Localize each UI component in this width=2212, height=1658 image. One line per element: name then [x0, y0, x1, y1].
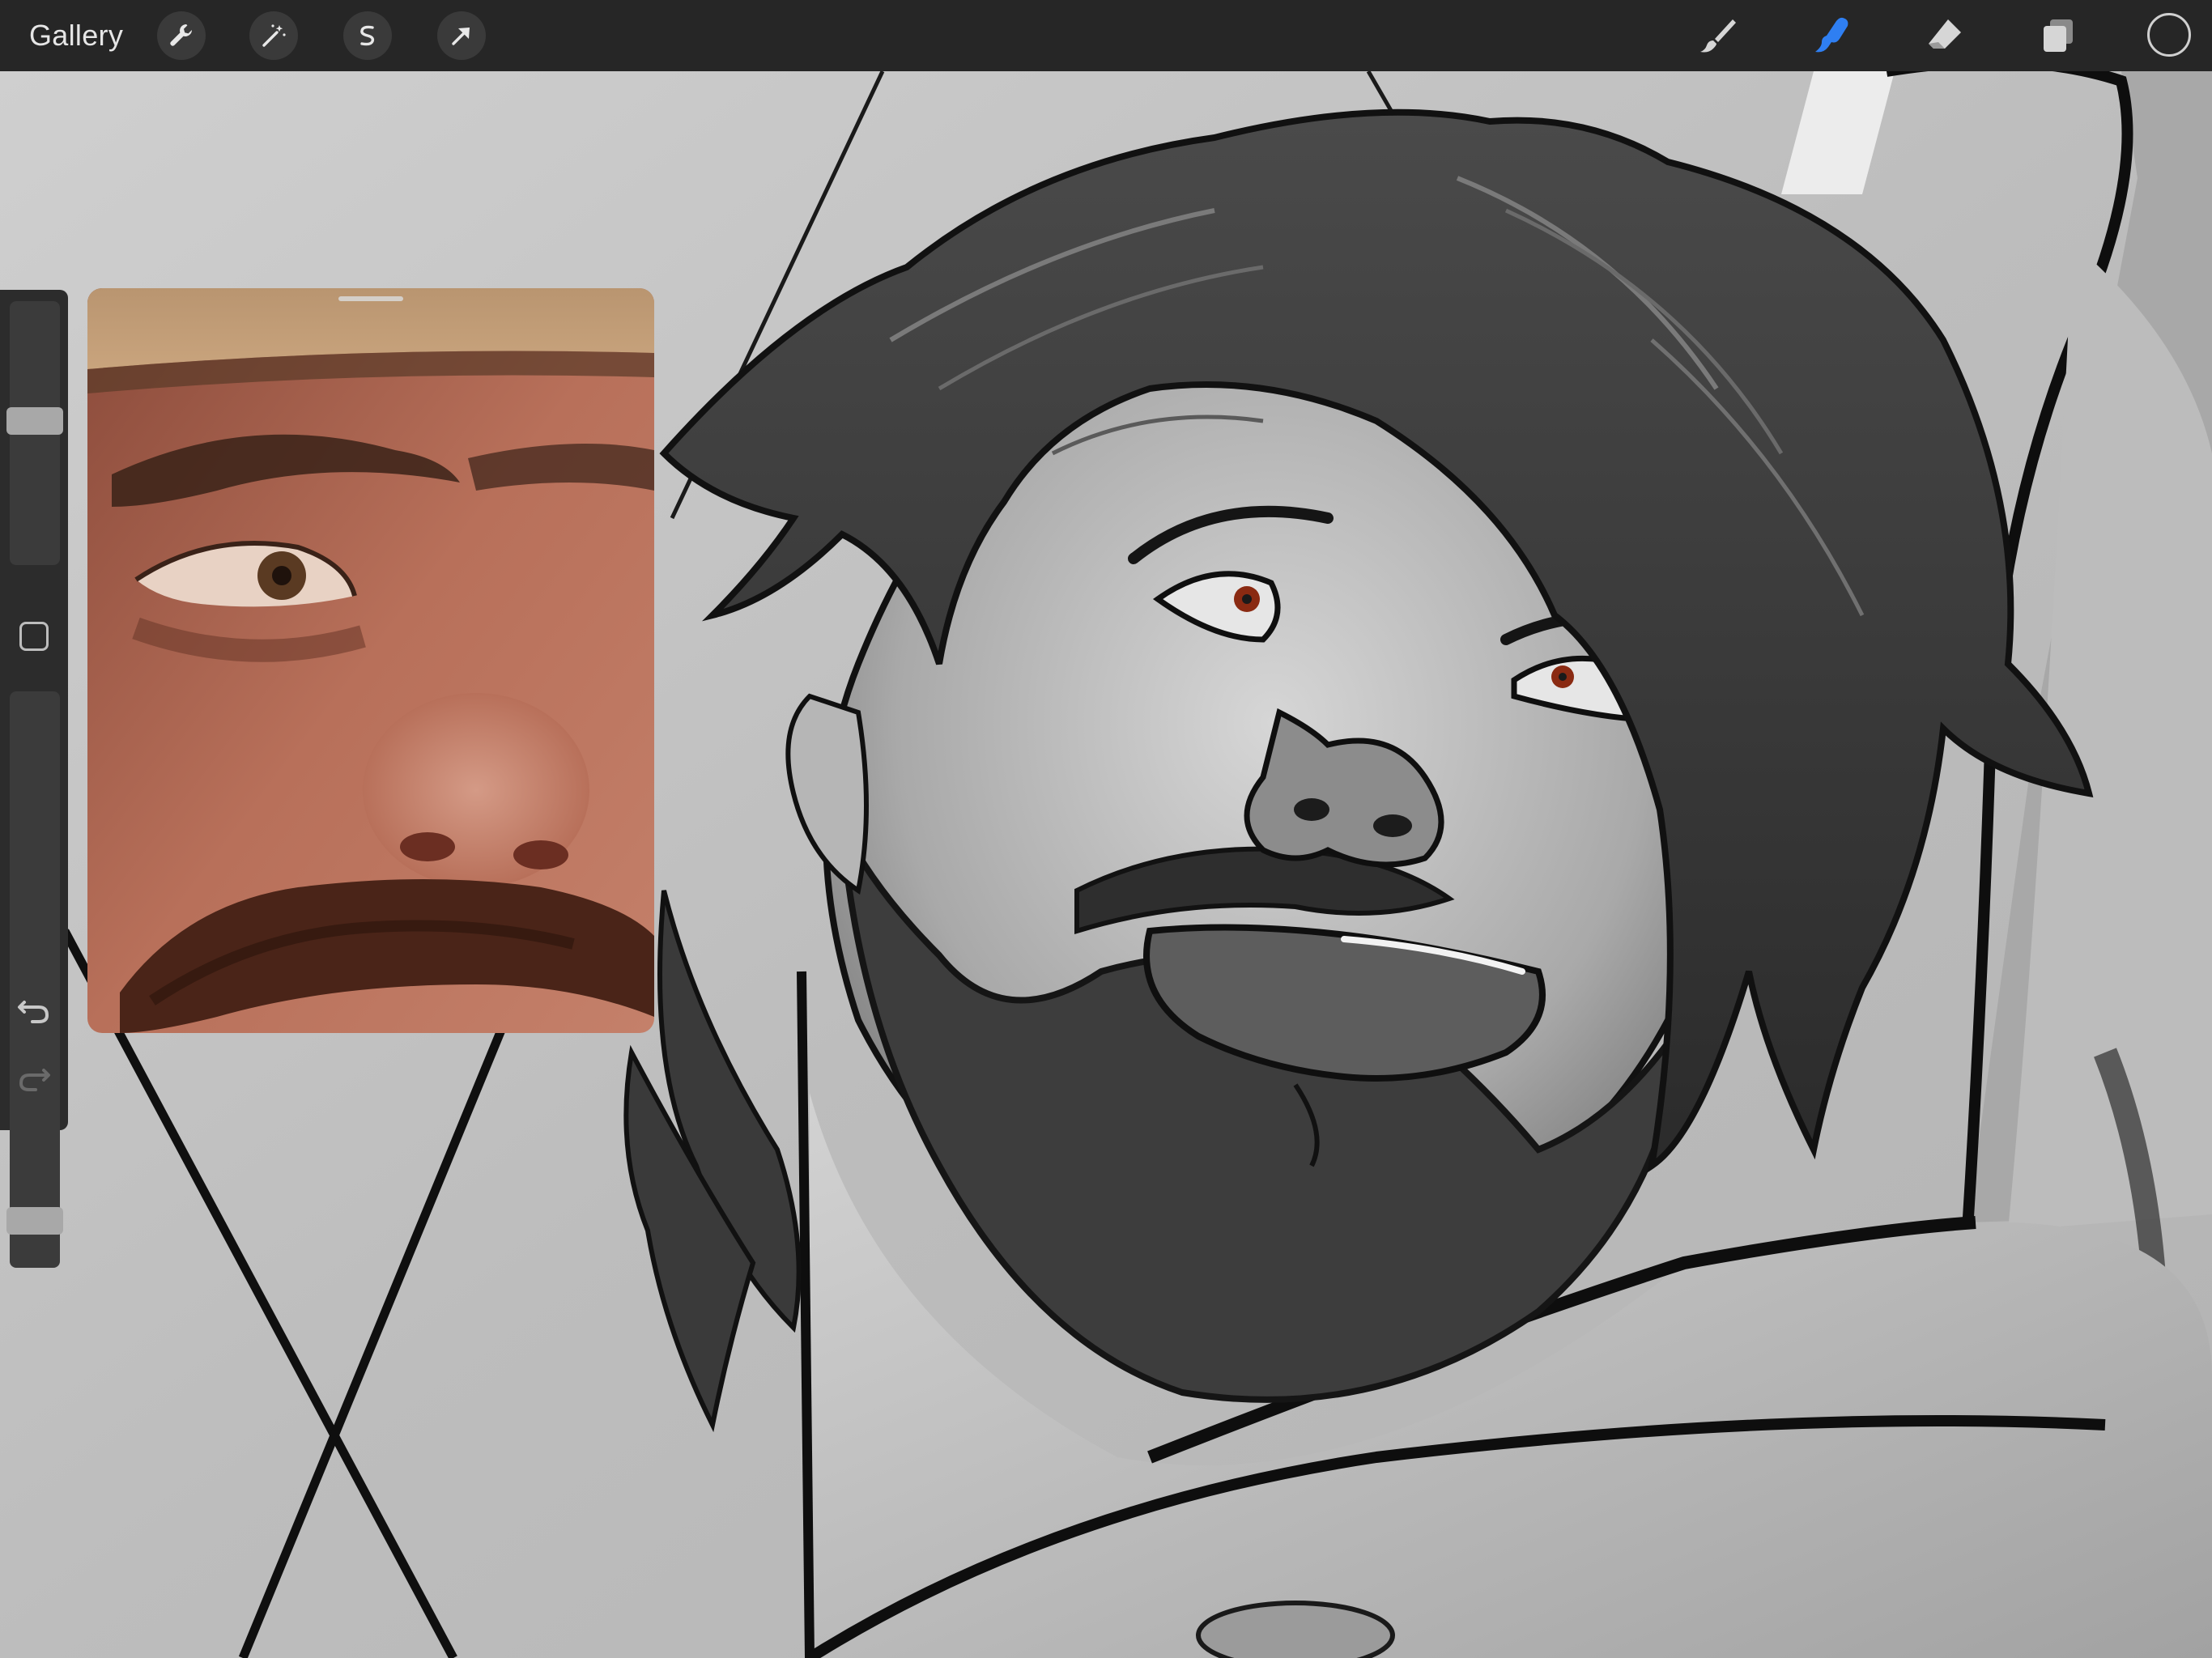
- eraser-tool-button[interactable]: [1921, 11, 1969, 60]
- wrench-icon: [170, 24, 192, 46]
- top-toolbar: Gallery: [0, 0, 2212, 71]
- transform-button[interactable]: [437, 11, 486, 60]
- reference-video-panel[interactable]: [87, 288, 654, 1033]
- eraser-icon: [1929, 19, 1961, 49]
- layers-button[interactable]: [2034, 11, 2082, 60]
- reference-panel-handle[interactable]: [338, 296, 403, 301]
- transform-arrow-icon: [452, 28, 470, 45]
- brush-size-slider[interactable]: [6, 301, 63, 565]
- opacity-slider[interactable]: [6, 691, 63, 1268]
- gallery-button[interactable]: Gallery: [29, 13, 123, 58]
- brush-size-thumb[interactable]: [6, 407, 63, 436]
- left-sidebar: [0, 290, 68, 1268]
- smudge-icon: [1815, 17, 1848, 53]
- opacity-thumb[interactable]: [6, 1207, 63, 1235]
- reference-video-frame: [87, 288, 654, 1033]
- brush-icon: [1700, 19, 1736, 53]
- adjustments-button[interactable]: [249, 11, 298, 60]
- redo-icon[interactable]: [15, 1057, 53, 1096]
- smudge-tool-button[interactable]: [1807, 11, 1856, 60]
- modify-square-icon[interactable]: [19, 622, 49, 651]
- selection-button[interactable]: [343, 11, 392, 60]
- layers-icon: [2044, 19, 2073, 52]
- paint-tool-button[interactable]: [1694, 11, 1742, 60]
- selection-icon: [360, 25, 375, 46]
- procreate-app: Gallery: [0, 0, 2212, 1658]
- magic-wand-icon: [262, 24, 286, 47]
- actions-button[interactable]: [157, 11, 206, 60]
- undo-icon[interactable]: [15, 989, 53, 1028]
- color-button[interactable]: [2147, 13, 2191, 57]
